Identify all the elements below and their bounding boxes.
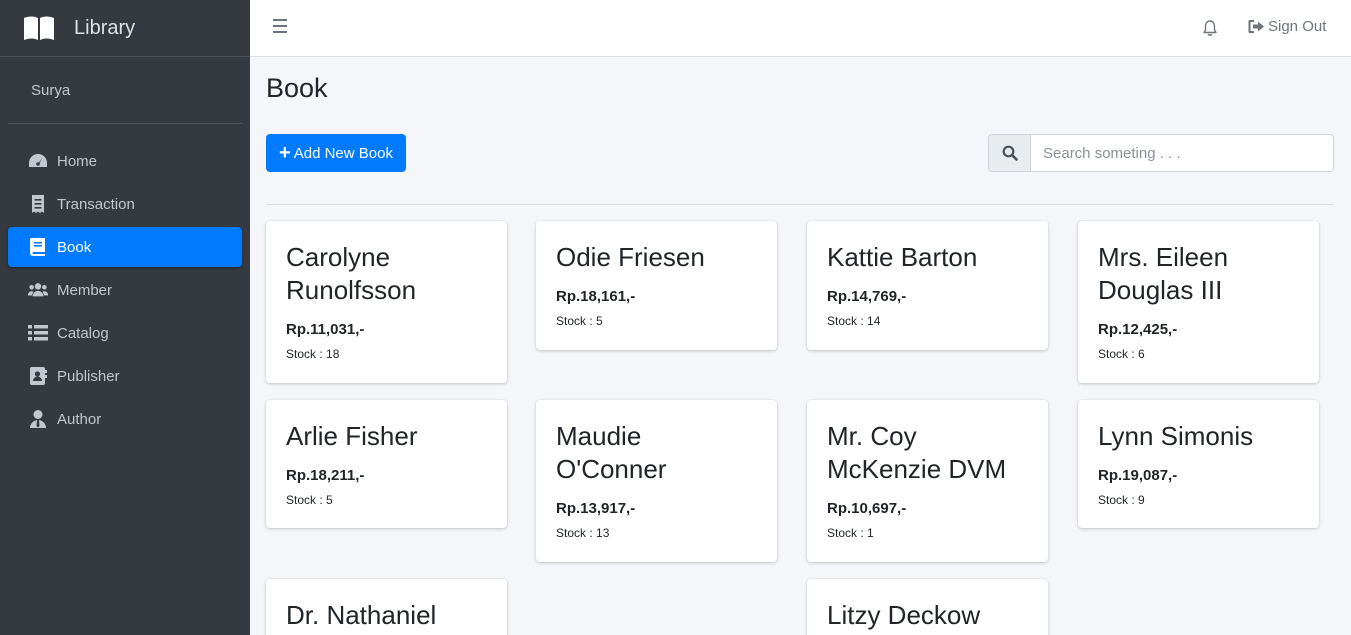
book-price: Rp.11,031,- [286, 321, 365, 338]
book-title: Mrs. Eileen Douglas III [1098, 242, 1229, 305]
top-navbar: Sign Out [250, 0, 1351, 57]
book-stock: Stock : 18 [286, 347, 340, 361]
user-panel: Surya [8, 57, 242, 124]
book-price: Rp.13,917,- [556, 500, 636, 517]
book-price: Rp.18,161,- [556, 288, 636, 305]
book-card[interactable]: Arlie Fisher Rp.18,211,- Stock : 5 [266, 400, 507, 528]
book-title: Litzy Deckow [827, 600, 981, 630]
sidebar-item-catalog[interactable]: Catalog [8, 313, 242, 353]
book-card[interactable]: Dr. Nathaniel [266, 579, 507, 635]
sidebar-item-book[interactable]: Book [8, 227, 242, 267]
book-price: Rp.19,087,- [1098, 467, 1178, 484]
brand-link[interactable]: Library [0, 0, 250, 57]
sidebar-item-label: Member [57, 281, 113, 299]
book-stock: Stock : 5 [286, 493, 333, 507]
list-icon [27, 323, 49, 343]
sidebar: Library Surya Home Transaction Book Memb… [0, 0, 250, 635]
sidebar-item-label: Book [57, 238, 92, 256]
divider [266, 204, 1334, 205]
book-title: Maudie O'Conner [556, 421, 667, 484]
menu-toggle-icon[interactable] [273, 19, 289, 37]
book-price: Rp.14,769,- [827, 288, 907, 305]
book-card[interactable]: Kattie Barton Rp.14,769,- Stock : 14 [807, 221, 1048, 350]
book-title: Odie Friesen [556, 242, 705, 272]
book-title: Arlie Fisher [286, 421, 418, 451]
users-icon [27, 280, 49, 300]
sidebar-item-author[interactable]: Author [8, 399, 242, 439]
sidebar-item-label: Author [57, 410, 102, 428]
sign-out-icon [1248, 20, 1264, 33]
page-title: Book [266, 73, 328, 103]
book-title: Mr. Coy McKenzie DVM [827, 421, 1007, 484]
brand-title: Library [74, 16, 136, 39]
book-stock: Stock : 13 [556, 526, 610, 540]
sidebar-item-label: Transaction [57, 195, 135, 213]
book-card[interactable]: Mr. Coy McKenzie DVM Rp.10,697,- Stock :… [807, 400, 1048, 562]
search-icon[interactable] [988, 134, 1030, 172]
bell-icon[interactable] [1201, 19, 1219, 37]
sidebar-item-label: Catalog [57, 324, 109, 342]
book-stock: Stock : 9 [1098, 493, 1145, 507]
sidebar-item-publisher[interactable]: Publisher [8, 356, 242, 396]
book-icon [27, 237, 49, 257]
book-stock: Stock : 1 [827, 526, 874, 540]
book-title: Carolyne Runolfsson [286, 242, 417, 305]
book-card[interactable]: Maudie O'Conner Rp.13,917,- Stock : 13 [536, 400, 777, 562]
sign-out-label: Sign Out [1268, 18, 1327, 35]
sign-out-link[interactable]: Sign Out [1248, 18, 1326, 35]
user-name[interactable]: Surya [31, 82, 70, 99]
tachometer-icon [27, 151, 49, 171]
book-price: Rp.12,425,- [1098, 321, 1178, 338]
book-card[interactable]: Mrs. Eileen Douglas III Rp.12,425,- Stoc… [1078, 221, 1319, 383]
add-new-book-label: Add New Book [293, 144, 393, 162]
book-stock: Stock : 14 [827, 314, 881, 328]
book-stock: Stock : 6 [1098, 347, 1145, 361]
sidebar-item-label: Publisher [57, 367, 120, 385]
book-card[interactable]: Odie Friesen Rp.18,161,- Stock : 5 [536, 221, 777, 350]
book-price: Rp.18,211,- [286, 467, 365, 484]
book-title: Dr. Nathaniel [286, 600, 437, 630]
main-content: Book + Add New Book Carolyne Runolfsson … [250, 57, 1351, 635]
sidebar-item-label: Home [57, 152, 98, 170]
sidebar-item-member[interactable]: Member [8, 270, 242, 310]
address-book-icon [27, 366, 49, 386]
user-tie-icon [27, 409, 49, 429]
book-open-icon [24, 16, 54, 40]
sidebar-item-transaction[interactable]: Transaction [8, 184, 242, 224]
sidebar-nav: Home Transaction Book Member Catalog Pub… [0, 141, 250, 439]
add-new-book-button[interactable]: + Add New Book [266, 134, 406, 172]
book-card[interactable]: Lynn Simonis Rp.19,087,- Stock : 9 [1078, 400, 1319, 528]
search-group [988, 134, 1334, 172]
receipt-icon [27, 194, 49, 214]
sidebar-item-home[interactable]: Home [8, 141, 242, 181]
book-price: Rp.10,697,- [827, 500, 907, 517]
book-card[interactable]: Litzy Deckow [807, 579, 1048, 635]
book-title: Lynn Simonis [1098, 421, 1254, 451]
book-card[interactable]: Carolyne Runolfsson Rp.11,031,- Stock : … [266, 221, 507, 383]
book-stock: Stock : 5 [556, 314, 603, 328]
book-title: Kattie Barton [827, 242, 978, 272]
plus-icon: + [279, 142, 291, 164]
search-input[interactable] [1030, 134, 1334, 172]
